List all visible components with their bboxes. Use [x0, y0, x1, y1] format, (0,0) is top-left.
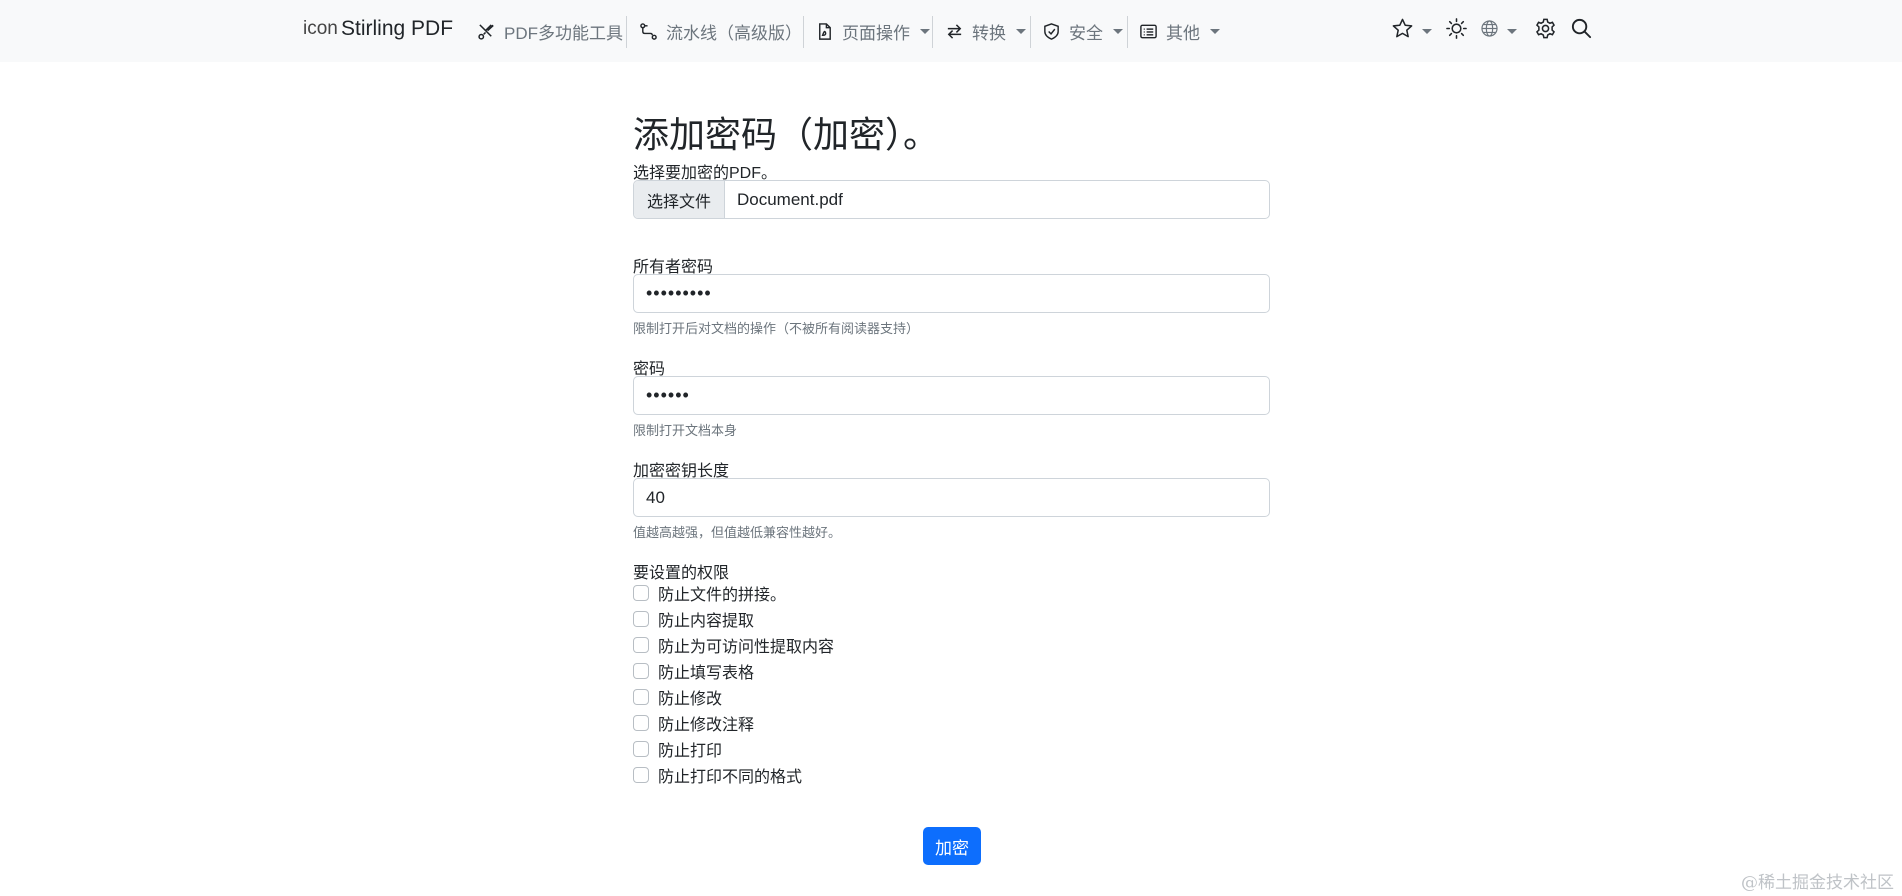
language-dropdown[interactable]	[1480, 16, 1517, 46]
checkbox[interactable]	[633, 689, 649, 705]
file-pdf-icon	[814, 21, 834, 41]
checkbox-label: 防止内容提取	[658, 613, 755, 630]
settings-button[interactable]	[1534, 16, 1557, 46]
permission-prevent-extract-accessibility[interactable]: 防止为可访问性提取内容	[633, 634, 834, 656]
chevron-down-icon	[1210, 28, 1220, 34]
permission-prevent-fill-form[interactable]: 防止填写表格	[633, 660, 754, 682]
checkbox-label: 防止填写表格	[658, 665, 755, 682]
checkbox[interactable]	[633, 585, 649, 601]
nav-divider	[626, 16, 627, 48]
password-help: 限制打开文档本身	[633, 423, 738, 438]
search-button[interactable]	[1570, 16, 1593, 46]
selected-filename: Document.pdf	[737, 189, 843, 209]
nav-item-security[interactable]: 安全	[1041, 14, 1123, 48]
checkbox-label: 防止修改注释	[658, 717, 755, 734]
permission-prevent-printing[interactable]: 防止打印	[633, 738, 722, 760]
key-length-field[interactable]	[633, 478, 1270, 517]
nav-item-label: 其他	[1166, 23, 1200, 43]
shield-icon	[1041, 21, 1061, 41]
permission-prevent-extract-content[interactable]: 防止内容提取	[633, 608, 754, 630]
checkbox[interactable]	[633, 637, 649, 653]
nav-divider	[1030, 16, 1031, 48]
page-title: 添加密码（加密）。	[633, 114, 940, 155]
owner-password-help: 限制打开后对文档的操作（不被所有阅读器支持）	[633, 321, 920, 336]
nav-item-label: 安全	[1069, 23, 1103, 43]
checkbox-label: 防止修改	[658, 691, 723, 708]
nav-item-other[interactable]: 其他	[1138, 14, 1220, 48]
checkbox[interactable]	[633, 767, 649, 783]
nav-item-label: 页面操作	[842, 23, 910, 43]
encrypt-submit-button[interactable]: 加密	[923, 827, 981, 865]
checkbox[interactable]	[633, 611, 649, 627]
file-input[interactable]: 选择文件 Document.pdf	[633, 180, 1270, 219]
nav-item-convert[interactable]: 转换	[944, 14, 1026, 48]
choose-file-button[interactable]: 选择文件	[634, 181, 725, 218]
checkbox[interactable]	[633, 741, 649, 757]
checkbox-label: 防止打印	[658, 743, 723, 760]
nav-item-label: PDF多功能工具	[504, 23, 623, 43]
logo-broken-image: icon	[303, 18, 338, 39]
chevron-down-icon	[1016, 28, 1026, 34]
nav-item-page-ops[interactable]: 页面操作	[814, 14, 930, 48]
checkbox-label: 防止文件的拼接。	[658, 587, 787, 604]
key-length-help: 值越高越强，但值越低兼容性越好。	[633, 525, 842, 540]
scissors-tools-icon	[476, 21, 496, 41]
nav-item-label: 转换	[972, 23, 1006, 43]
password-field[interactable]	[633, 376, 1270, 415]
nav-divider	[803, 16, 804, 48]
chevron-down-icon	[1507, 28, 1517, 34]
chevron-down-icon	[920, 28, 930, 34]
pipeline-icon	[638, 21, 658, 41]
checkbox-label: 防止打印不同的格式	[658, 769, 803, 786]
sun-icon	[1445, 17, 1468, 45]
theme-toggle[interactable]	[1445, 16, 1468, 46]
watermark: @稀土掘金技术社区	[1741, 873, 1894, 893]
brand-name: Stirling PDF	[341, 17, 454, 40]
nav-divider	[1127, 16, 1128, 48]
top-navbar: icon Stirling PDF PDF多功能工具 流水线（高级版） 页面操作…	[0, 0, 1902, 62]
permission-prevent-printing-formats[interactable]: 防止打印不同的格式	[633, 764, 802, 786]
checkbox-label: 防止为可访问性提取内容	[658, 639, 835, 656]
gear-icon	[1534, 17, 1557, 45]
favorites-dropdown[interactable]	[1391, 16, 1432, 46]
star-icon	[1391, 17, 1414, 45]
nav-item-pipeline[interactable]: 流水线（高级版）	[638, 14, 802, 48]
nav-divider	[932, 16, 933, 48]
permission-prevent-assembly[interactable]: 防止文件的拼接。	[633, 582, 786, 604]
permission-prevent-modify-annotations[interactable]: 防止修改注释	[633, 712, 754, 734]
permissions-label: 要设置的权限	[633, 565, 730, 582]
permission-prevent-modify[interactable]: 防止修改	[633, 686, 722, 708]
search-icon	[1570, 17, 1593, 45]
card-list-icon	[1138, 21, 1158, 41]
chevron-down-icon	[1422, 28, 1432, 34]
chevron-down-icon	[1113, 28, 1123, 34]
globe-icon	[1480, 19, 1499, 43]
brand-link[interactable]: icon Stirling PDF	[303, 12, 453, 46]
checkbox[interactable]	[633, 715, 649, 731]
arrow-left-right-icon	[944, 21, 964, 41]
nav-item-multi-tool[interactable]: PDF多功能工具	[476, 14, 623, 48]
nav-item-label: 流水线（高级版）	[666, 23, 802, 43]
owner-password-field[interactable]	[633, 274, 1270, 313]
checkbox[interactable]	[633, 663, 649, 679]
